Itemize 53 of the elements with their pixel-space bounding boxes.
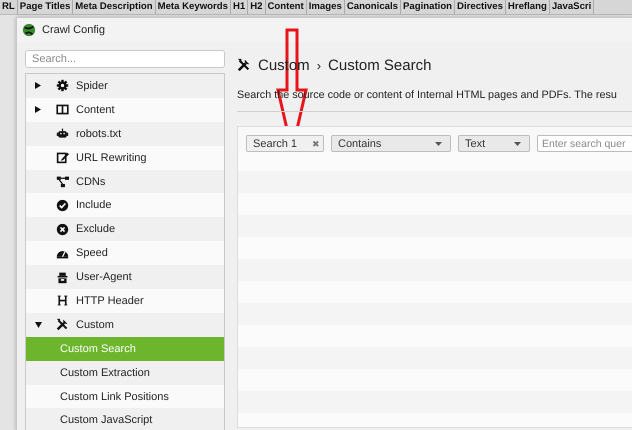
breadcrumb-item: Custom Search [328,56,432,74]
column-tab[interactable]: Images [306,0,345,14]
gear-icon [56,79,68,92]
tree-item[interactable]: URL Rewriting [26,146,224,170]
tree-item[interactable]: Custom JavaScript [26,408,224,430]
column-tab[interactable]: JavaScri [550,0,594,14]
clear-button[interactable]: ✖ [312,138,320,148]
tools-icon [237,58,251,72]
dropdown-arrow-icon [435,142,442,146]
column-tab[interactable]: Directives [455,0,506,14]
expand-caret-icon[interactable] [35,82,41,90]
dropdown-arrow-icon [514,142,521,146]
expand-caret-icon[interactable] [35,106,41,114]
tree-item[interactable]: HTTP Header [26,289,224,313]
tree-item[interactable]: Spider [26,74,224,98]
cross-icon [56,222,68,236]
column-tab[interactable]: Canonicals [344,0,401,14]
query-field[interactable]: Enter search quer [537,135,632,152]
column-tab[interactable]: RL [0,0,18,14]
tools-icon [56,318,68,332]
collapse-caret-icon[interactable] [34,322,42,328]
tree-item[interactable]: Speed [26,241,224,266]
tree-item[interactable]: Content [26,98,224,122]
operator-dropdown[interactable]: Contains [331,135,451,152]
column-tab[interactable]: Content [266,0,307,14]
search-name-field[interactable]: Search 1 ✖ [246,135,324,152]
tree-item[interactable]: CDNs [26,170,224,194]
header-icon [56,294,68,308]
breadcrumb-separator: › [316,58,322,72]
tree-item[interactable]: Custom [26,312,224,337]
agent-icon [56,270,68,284]
column-tab[interactable]: Pagination [401,0,456,14]
edit-icon [56,151,68,164]
check-icon [56,198,68,212]
window-title: Crawl Config [42,24,105,36]
tree-item[interactable]: Exclude [26,217,224,242]
column-tab[interactable]: Meta Description [73,0,156,14]
tree-item[interactable]: robots.txt [26,122,224,146]
target-dropdown[interactable]: Text [458,135,530,152]
columns-icon [56,103,68,116]
network-icon [56,175,68,188]
globe-icon [22,23,36,37]
tree-item[interactable]: Include [26,193,224,218]
robot-icon [56,127,68,140]
tree-item[interactable]: Custom Extraction [26,360,224,385]
tree-item[interactable]: User-Agent [26,265,224,290]
column-tab[interactable]: H1 [230,0,248,14]
column-tab[interactable]: Page Titles [18,0,74,14]
column-tab[interactable]: Hreflang [506,0,550,14]
column-tab[interactable]: H2 [248,0,266,14]
tree-item[interactable]: Custom Link Positions [26,384,224,408]
search-field[interactable]: Search... [25,50,225,68]
column-tab[interactable]: Meta Keywords [156,0,231,14]
